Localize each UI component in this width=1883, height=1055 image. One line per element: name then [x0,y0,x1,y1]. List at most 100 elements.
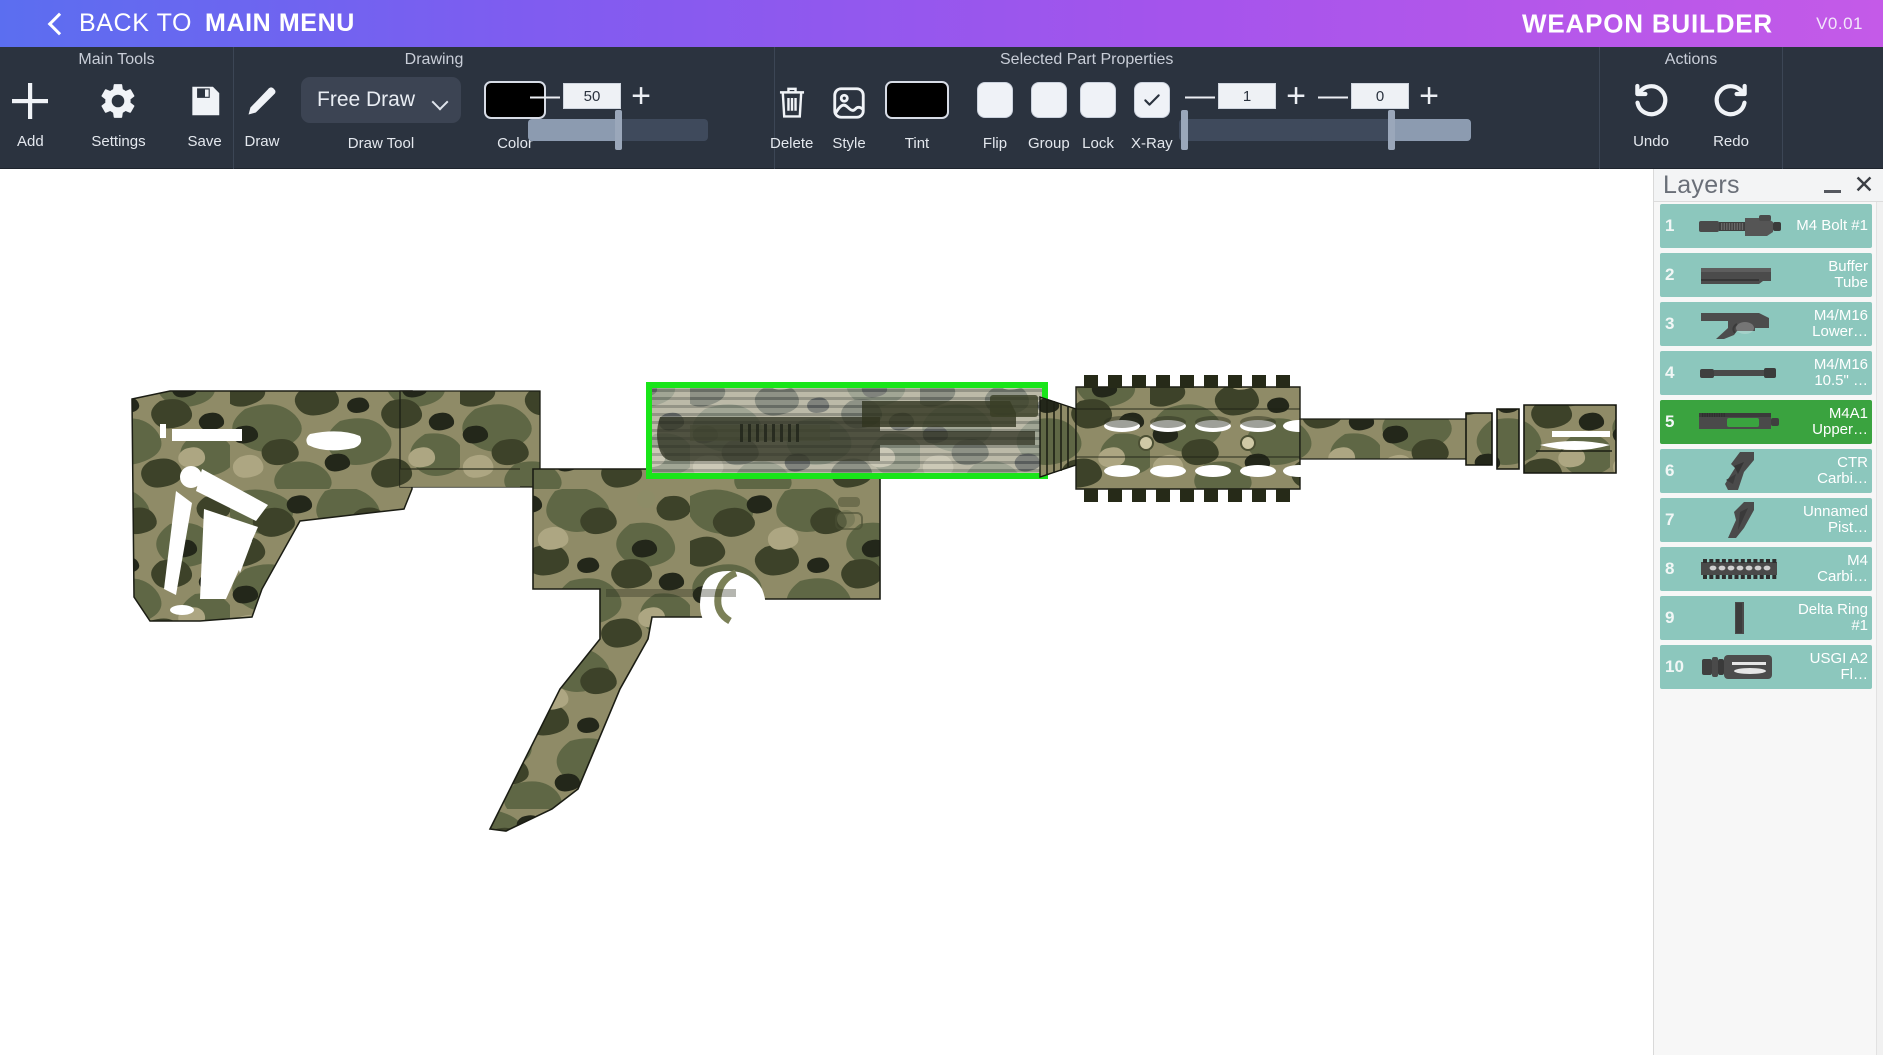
weapon-part-handguard[interactable] [1075,375,1315,502]
group-checkbox[interactable] [1030,82,1067,118]
close-icon[interactable]: ✕ [1851,169,1877,202]
rotation-slider[interactable]: Rotation [1311,110,1471,208]
back-to-main-menu-button[interactable]: BACK TO MAIN MENU [44,9,355,38]
layer-row[interactable]: 1 M4 Bolt #1 [1660,204,1872,248]
lock-checkbox-group: Lock [1080,82,1116,152]
rotation-plus-button[interactable]: + [1416,79,1442,113]
scale-value[interactable]: 1 [1218,83,1276,109]
draw-label: Draw [244,133,280,150]
style-button[interactable]: Style [830,77,868,152]
weapon-part-upper-receiver-selected[interactable] [646,382,1048,479]
thickness-minus-button[interactable]: — [530,81,560,111]
weapon-part-delta-ring[interactable] [1039,396,1077,478]
undo-label: Undo [1633,133,1669,150]
flip-checkbox[interactable] [977,82,1013,118]
weapon-part-barrel[interactable] [1299,418,1471,460]
layers-panel: Layers ✕ 1 M4 Bolt #1 2 Buffer Tube 3 M4/M16 … [1653,169,1883,1055]
layer-thumbnail [1685,646,1794,688]
style-label: Style [832,135,866,152]
xray-checkbox-group: X-Ray [1131,82,1173,152]
layer-row[interactable]: 4 M4/M16 10.5" … [1660,351,1872,395]
section-title-part-properties: Selected Part Properties [1000,51,1174,68]
layer-thumbnail [1685,401,1794,443]
flip-checkbox-group: Flip [977,82,1013,152]
layer-row[interactable]: 6 CTR Carbi… [1660,449,1872,493]
gear-icon [97,75,139,127]
redo-label: Redo [1713,133,1749,150]
settings-button[interactable]: Settings [91,75,146,150]
settings-label: Settings [91,133,146,150]
xray-checkbox[interactable] [1133,82,1170,118]
scale-slider-handle[interactable] [1181,110,1188,150]
layer-index: 10 [1665,657,1684,676]
layer-row[interactable]: 7 Unnamed Pist… [1660,498,1872,542]
section-title-drawing: Drawing [404,51,464,68]
redo-button[interactable]: Redo [1710,75,1752,150]
toolbar-section-main-tools: Main Tools Add Settings Save [0,47,234,169]
layer-name: Unnamed Pist… [1802,504,1868,536]
toolbar-section-drawing: Drawing Draw Free Draw Draw Tool Color —… [234,47,775,208]
layer-thumbnail [1685,597,1794,639]
weapon-part-buffer-tube[interactable] [399,390,541,488]
layers-list[interactable]: 1 M4 Bolt #1 2 Buffer Tube 3 M4/M16 Lower… 4 M4… [1654,202,1880,1055]
delete-part-button[interactable]: Delete [770,77,813,152]
tint-swatch[interactable] [885,81,949,119]
check-icon [1144,94,1160,106]
layers-scrollbar[interactable] [1876,202,1883,1055]
rotation-minus-button[interactable]: — [1318,81,1348,111]
xray-label: X-Ray [1131,135,1173,152]
thickness-plus-button[interactable]: + [628,79,654,113]
weapon-part-stock[interactable] [131,390,413,622]
save-button[interactable]: Save [186,75,224,150]
draw-tool-select[interactable]: Free Draw [301,77,461,123]
scale-stepper: — 1 + [1185,79,1309,113]
undo-button[interactable]: Undo [1630,75,1672,150]
layer-name: Buffer Tube [1828,259,1868,291]
add-button[interactable]: Add [9,75,51,150]
draw-tool-value: Free Draw [317,88,416,111]
app-version-label: V0.01 [1816,13,1863,33]
main-toolbar: Main Tools Add Settings Save Drawing Dra… [0,47,1883,208]
draw-tool-button[interactable]: Draw [243,75,281,150]
weapon-part-lower-receiver[interactable] [488,468,881,832]
undo-icon [1630,75,1672,127]
layer-row[interactable]: 5 M4A1 Upper… [1660,400,1872,444]
layer-index: 7 [1665,510,1675,529]
tint-picker-group: Tint [885,81,949,152]
minimize-icon[interactable] [1819,169,1845,202]
layer-index: 5 [1665,412,1675,431]
app-title: WEAPON BUILDER [1522,8,1773,38]
layer-index: 2 [1665,265,1675,284]
layer-index: 3 [1665,314,1675,333]
weapon-canvas[interactable] [0,169,1653,1055]
weapon-part-flash-hider[interactable] [1465,404,1617,474]
rotation-slider-handle[interactable] [1388,110,1395,150]
layer-row[interactable]: 10 USGI A2 Fl… [1660,645,1872,689]
save-label: Save [187,133,222,150]
weapon-render [131,375,1617,832]
scale-minus-button[interactable]: — [1185,81,1215,111]
group-label: Group [1028,135,1070,152]
layer-row[interactable]: 2 Buffer Tube [1660,253,1872,297]
layer-name: USGI A2 Fl… [1809,651,1868,683]
layer-row[interactable]: 9 Delta Ring #1 [1660,596,1872,640]
rotation-value[interactable]: 0 [1351,83,1409,109]
flip-label: Flip [982,135,1008,152]
layer-row[interactable]: 8 M4 Carbi… [1660,547,1872,591]
layer-thumbnail [1685,205,1794,247]
lock-checkbox[interactable] [1080,82,1116,118]
thickness-value[interactable]: 50 [563,83,621,109]
layer-index: 1 [1665,216,1675,235]
redo-icon [1710,75,1752,127]
thickness-slider[interactable]: Thickness [528,110,708,208]
layer-index: 4 [1665,363,1675,382]
layer-name: CTR Carbi… [1817,455,1868,487]
layer-index: 9 [1665,608,1675,627]
scale-plus-button[interactable]: + [1283,79,1309,113]
toolbar-section-part-properties: Selected Part Properties Delete Style Ti… [770,47,1600,208]
layer-row[interactable]: 3 M4/M16 Lower… [1660,302,1872,346]
draw-tool-label: Draw Tool [347,135,415,152]
thickness-slider-handle[interactable] [615,110,622,150]
pencil-icon [243,75,281,127]
thickness-slider-track [528,110,708,150]
